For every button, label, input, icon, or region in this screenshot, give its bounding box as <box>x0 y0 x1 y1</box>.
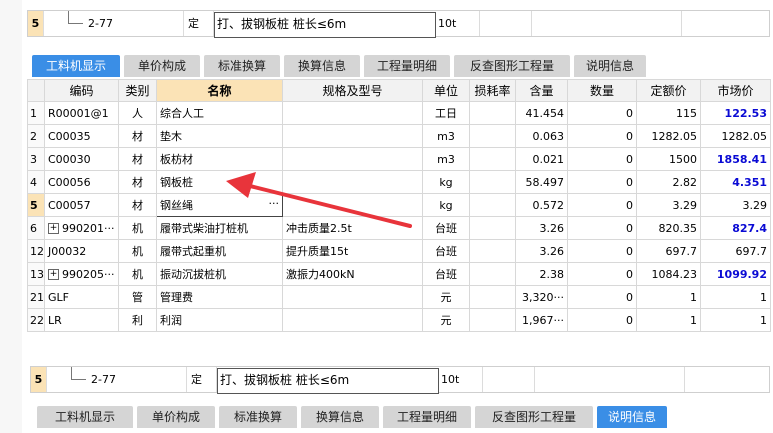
quota-empty-2 <box>535 367 685 392</box>
tab-reverse-graphic-quantity[interactable]: 反查图形工程量 <box>475 406 593 428</box>
quota-empty-1 <box>483 367 535 392</box>
tree-connector <box>71 367 86 380</box>
tab-quantity-detail[interactable]: 工程量明细 <box>383 406 471 428</box>
quota-name-field[interactable]: 打、拔钢板桩 桩长≤6m <box>217 368 439 394</box>
arrow-shaft <box>248 184 412 228</box>
tab-unit-price-composition[interactable]: 单价构成 <box>137 406 215 428</box>
quota-code: 2-77 <box>87 367 187 392</box>
quota-type: 定 <box>187 367 217 392</box>
tab-labor-material-machine[interactable]: 工料机显示 <box>37 406 133 428</box>
tab-standard-conversion[interactable]: 标准换算 <box>219 406 297 428</box>
tab-description[interactable]: 说明信息 <box>597 406 667 428</box>
detail-tabs-bottom: 工料机显示 单价构成 标准换算 换算信息 工程量明细 反查图形工程量 说明信息 <box>37 406 773 428</box>
quota-row-bottom[interactable]: 5 2-77 定 打、拔钢板桩 桩长≤6m 10t <box>30 366 770 394</box>
tab-conversion-info[interactable]: 换算信息 <box>301 406 379 428</box>
arrow-head <box>226 172 256 198</box>
row-number: 5 <box>31 367 47 392</box>
quota-unit: 10t <box>437 367 483 392</box>
quota-name: 打、拔钢板桩 桩长≤6m <box>220 373 350 387</box>
